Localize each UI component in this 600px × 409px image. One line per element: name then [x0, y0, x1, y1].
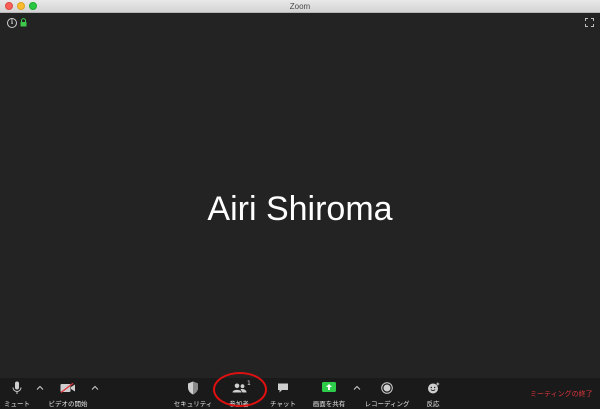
encryption-lock-icon[interactable]: [20, 18, 27, 27]
end-meeting-button[interactable]: ミーティングの終了: [530, 389, 593, 399]
record-label: レコーディング: [364, 400, 410, 408]
zoom-window: Zoom i Airi Shiroma ミュート ビデオの開始 セキュリティ 1…: [0, 0, 600, 409]
record-icon: [381, 382, 393, 394]
share-screen-icon: [322, 382, 336, 392]
fullscreen-icon[interactable]: [585, 18, 594, 27]
microphone-icon: [12, 381, 22, 394]
meeting-toolbar: ミュート ビデオの開始 セキュリティ 1 参加者 チャット 画面を共有 レコーデ…: [0, 378, 600, 409]
share-options-chevron-up-icon[interactable]: [353, 384, 361, 392]
video-options-chevron-up-icon[interactable]: [91, 384, 99, 392]
reactions-button[interactable]: 反応: [422, 378, 444, 409]
start-video-button[interactable]: ビデオの開始: [46, 378, 90, 409]
record-button[interactable]: レコーディング: [364, 378, 410, 409]
start-video-label: ビデオの開始: [48, 400, 88, 408]
video-camera-off-icon: [60, 383, 75, 393]
shield-icon: [188, 381, 198, 395]
emoji-reaction-icon: [428, 382, 440, 394]
audio-options-chevron-up-icon[interactable]: [36, 384, 44, 392]
share-screen-label: 画面を共有: [312, 400, 346, 408]
security-label: セキュリティ: [173, 400, 213, 408]
security-button[interactable]: セキュリティ: [173, 378, 213, 409]
reactions-label: 反応: [426, 400, 440, 408]
mute-label: ミュート: [4, 400, 30, 408]
window-title: Zoom: [289, 2, 311, 11]
title-bar: Zoom: [0, 0, 600, 13]
participants-highlight-ring: [213, 372, 267, 407]
speaker-name: Airi Shiroma: [207, 190, 393, 228]
meeting-info-icon[interactable]: i: [7, 18, 17, 28]
chat-bubble-icon: [278, 383, 288, 393]
chat-button[interactable]: チャット: [268, 378, 298, 409]
share-screen-button[interactable]: 画面を共有: [308, 378, 350, 409]
mute-button[interactable]: ミュート: [2, 378, 32, 409]
chat-label: チャット: [270, 400, 296, 408]
